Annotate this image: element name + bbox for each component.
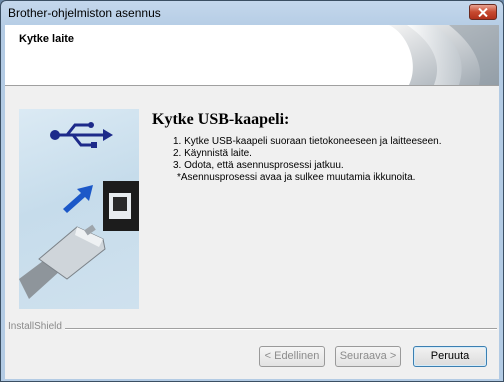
dialog-header: Kytke laite bbox=[5, 25, 499, 86]
header-title: Kytke laite bbox=[19, 33, 75, 45]
usb-cable-icon bbox=[19, 224, 106, 299]
step-note: *Asennusprosessi avaa ja sulkee muutamia… bbox=[177, 172, 416, 183]
window-title: Brother-ohjelmiston asennus bbox=[8, 6, 161, 20]
instruction-steps: 1. Kytke USB-kaapeli suoraan tietokonees… bbox=[173, 136, 442, 184]
installshield-label: InstallShield bbox=[8, 321, 65, 332]
close-icon bbox=[478, 8, 488, 17]
step-2: 2. Käynnistä laite. bbox=[173, 148, 252, 159]
usb-port-icon bbox=[103, 181, 139, 231]
back-button[interactable]: < Edellinen bbox=[259, 346, 325, 367]
usb-illustration bbox=[19, 109, 139, 309]
step-3: 3. Odota, että asennusprosessi jatkuu. bbox=[173, 160, 344, 171]
content-heading: Kytke USB-kaapeli: bbox=[152, 111, 290, 128]
next-button[interactable]: Seuraava > bbox=[335, 346, 401, 367]
installshield-divider bbox=[65, 328, 497, 330]
header-swirl-graphic bbox=[389, 25, 499, 85]
dialog-client-area: Kytke laite Kytke USB-kaapeli: 1. Kytke … bbox=[5, 25, 499, 379]
installer-window: Brother-ohjelmiston asennus Kytke laite bbox=[0, 0, 504, 382]
close-button[interactable] bbox=[469, 4, 497, 20]
usb-symbol-icon bbox=[50, 122, 113, 148]
arrow-icon bbox=[63, 185, 93, 213]
step-1: 1. Kytke USB-kaapeli suoraan tietokonees… bbox=[173, 136, 442, 147]
cancel-button[interactable]: Peruuta bbox=[413, 346, 487, 367]
title-bar[interactable]: Brother-ohjelmiston asennus bbox=[1, 1, 503, 25]
